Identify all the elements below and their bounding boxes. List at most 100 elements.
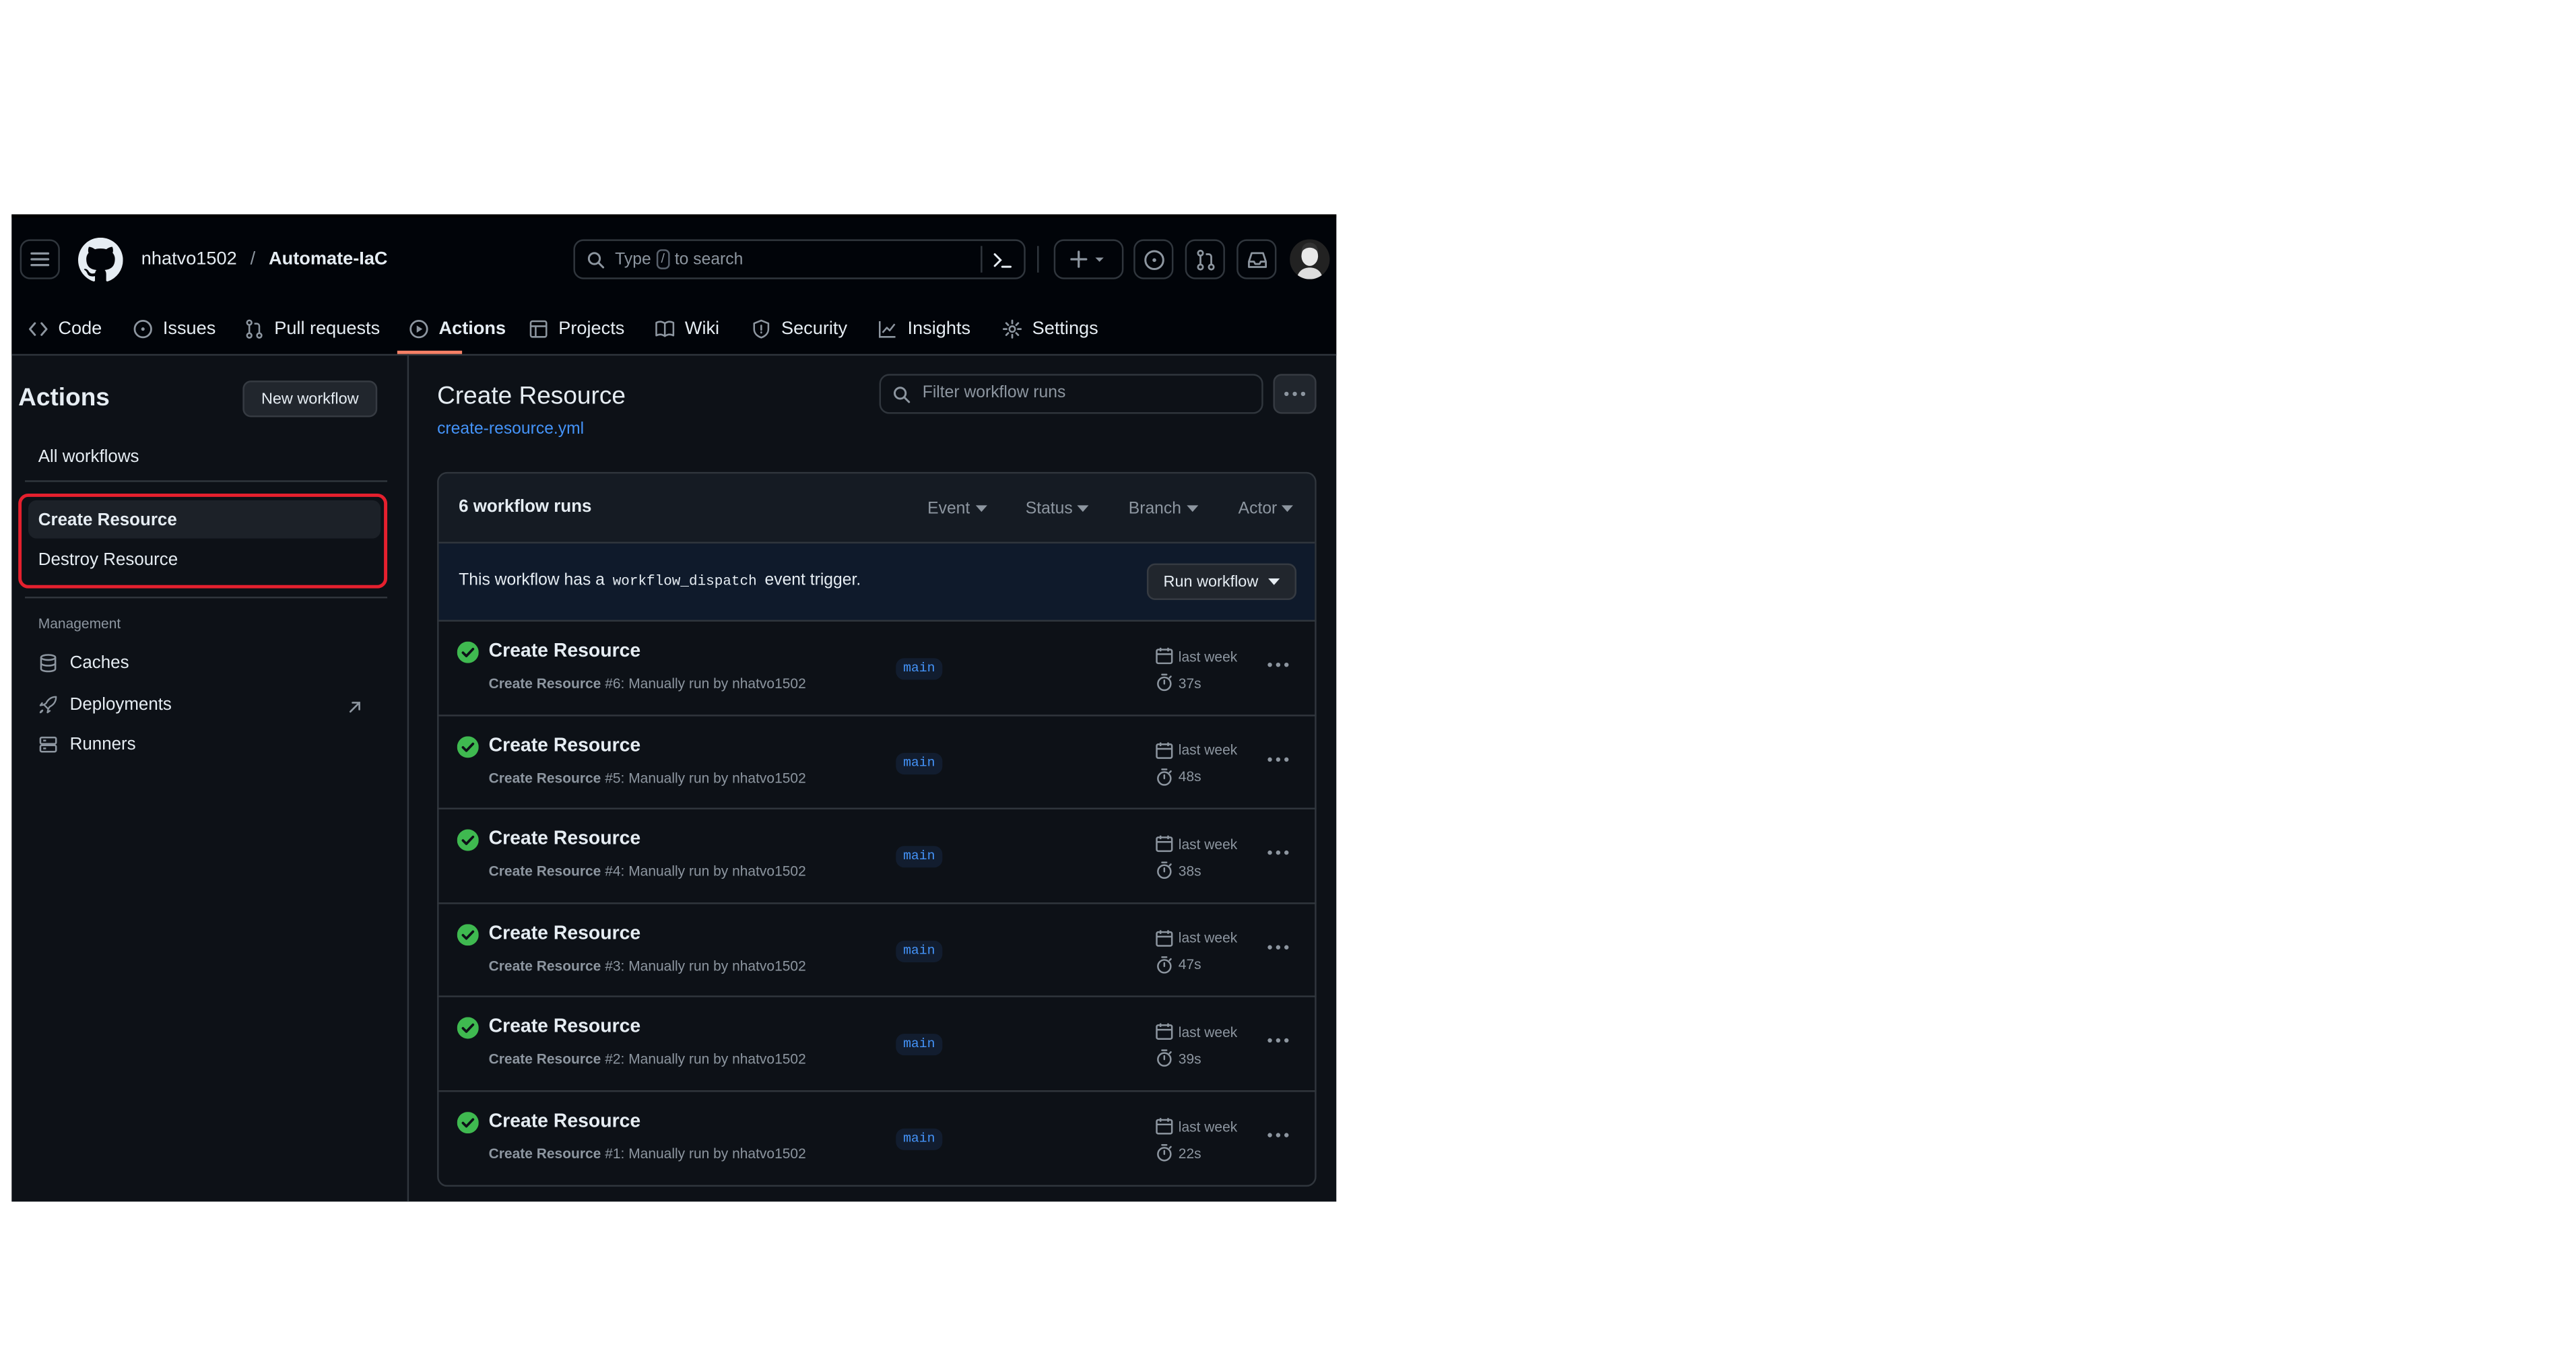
- workflow-run-row[interactable]: Create Resource Create Resource #1: Manua…: [437, 1090, 1317, 1185]
- run-duration-text: 22s: [1178, 1144, 1201, 1161]
- database-icon: [40, 654, 57, 673]
- tab-wiki[interactable]: Wiki: [655, 304, 719, 354]
- dispatch-banner: This workflow has a workflow_dispatch ev…: [438, 541, 1315, 622]
- workflow-run-row[interactable]: Create Resource Create Resource #3: Manua…: [437, 902, 1317, 997]
- tab-issues-label: Issues: [162, 319, 216, 339]
- run-title[interactable]: Create Resource: [489, 735, 641, 756]
- tab-settings[interactable]: Settings: [1002, 304, 1098, 354]
- dispatch-code: workflow_dispatch: [612, 573, 757, 591]
- run-subtitle: Create Resource #5: Manually run by nhat…: [489, 769, 806, 786]
- calendar-icon: [1156, 929, 1173, 947]
- run-date: last week: [1155, 929, 1237, 947]
- run-workflow-button[interactable]: Run workflow: [1146, 563, 1297, 600]
- tab-insights[interactable]: Insights: [878, 304, 970, 354]
- command-palette-icon[interactable]: [992, 251, 1012, 269]
- workflow-run-row[interactable]: Create Resource Create Resource #4: Manua…: [437, 807, 1317, 903]
- kebab-horizontal-icon[interactable]: [1263, 653, 1293, 677]
- avatar[interactable]: [1290, 239, 1330, 279]
- highlight-box: [18, 493, 388, 589]
- run-title[interactable]: Create Resource: [489, 1112, 641, 1132]
- sidebar-item-deployments[interactable]: Deployments: [38, 695, 172, 714]
- tab-actions[interactable]: Actions: [409, 304, 506, 354]
- run-duration: 48s: [1155, 767, 1201, 785]
- search-placeholder: Type / to search: [615, 249, 743, 269]
- event-filter-label: Event: [927, 499, 970, 518]
- hamburger-icon: [30, 252, 50, 267]
- table-icon: [529, 320, 548, 338]
- repo-link[interactable]: Automate-IaC: [269, 249, 388, 269]
- sidebar-item-caches[interactable]: Caches: [38, 653, 129, 673]
- tab-security-label: Security: [781, 319, 848, 339]
- tab-code[interactable]: Code: [28, 304, 102, 354]
- run-title[interactable]: Create Resource: [489, 830, 641, 850]
- check-circle-fill-icon: [457, 641, 479, 663]
- status-filter[interactable]: Status: [1026, 473, 1090, 543]
- branch-badge[interactable]: main: [896, 1128, 943, 1150]
- more-options-button[interactable]: [1273, 374, 1317, 414]
- actor-filter-label: Actor: [1238, 499, 1278, 518]
- branch-badge[interactable]: main: [896, 658, 943, 680]
- create-new-button[interactable]: [1053, 239, 1124, 279]
- kebab-horizontal-icon[interactable]: [1263, 841, 1293, 865]
- actor-filter[interactable]: Actor: [1239, 473, 1294, 543]
- filter-runs-input[interactable]: Filter workflow runs: [879, 374, 1263, 414]
- search-placeholder-type: Type: [615, 250, 651, 269]
- check-circle-fill-icon: [457, 829, 479, 852]
- tab-security[interactable]: Security: [752, 304, 848, 354]
- branch-badge[interactable]: main: [896, 1034, 943, 1057]
- run-date-text: last week: [1178, 647, 1238, 664]
- tab-insights-label: Insights: [907, 319, 971, 339]
- workflow-run-row[interactable]: Create Resource Create Resource #2: Manua…: [437, 996, 1317, 1091]
- run-duration: 37s: [1155, 673, 1201, 692]
- tab-projects[interactable]: Projects: [529, 304, 624, 354]
- run-title[interactable]: Create Resource: [489, 924, 641, 944]
- run-title[interactable]: Create Resource: [489, 642, 641, 662]
- search-placeholder-rest: to search: [674, 250, 744, 269]
- owner-link[interactable]: nhatvo1502: [141, 249, 237, 269]
- check-circle-fill-icon: [457, 1112, 479, 1134]
- actions-sidebar: Actions New workflow All workflows Creat…: [11, 354, 409, 1202]
- status-filter-label: Status: [1025, 499, 1073, 518]
- run-duration: 22s: [1155, 1143, 1201, 1162]
- kebab-horizontal-icon[interactable]: [1263, 1030, 1293, 1053]
- run-date: last week: [1155, 834, 1237, 853]
- menu-button[interactable]: [20, 239, 60, 279]
- kebab-horizontal-icon[interactable]: [1263, 935, 1293, 959]
- search-input[interactable]: Type / to search: [573, 239, 1026, 279]
- github-logo-icon[interactable]: [77, 237, 123, 283]
- new-workflow-button[interactable]: New workflow: [242, 380, 378, 418]
- branch-filter[interactable]: Branch: [1129, 473, 1198, 543]
- check-circle-fill-icon: [457, 923, 479, 945]
- stopwatch-icon: [1157, 673, 1172, 692]
- workflow-file-link[interactable]: create-resource.yml: [437, 420, 584, 438]
- tab-pull-requests[interactable]: Pull requests: [244, 304, 380, 354]
- run-duration: 38s: [1155, 861, 1201, 879]
- issues-button[interactable]: [1133, 239, 1174, 279]
- kebab-horizontal-icon[interactable]: [1263, 747, 1293, 771]
- workflow-run-row[interactable]: Create Resource Create Resource #6: Manua…: [437, 620, 1317, 715]
- kebab-horizontal-icon[interactable]: [1263, 1123, 1293, 1147]
- stopwatch-icon: [1157, 1144, 1172, 1162]
- branch-badge[interactable]: main: [896, 846, 943, 868]
- calendar-icon: [1156, 1118, 1173, 1135]
- calendar-icon: [1156, 1024, 1173, 1040]
- event-filter[interactable]: Event: [927, 473, 987, 543]
- run-workflow-name: Create Resource: [488, 863, 601, 880]
- tab-issues[interactable]: Issues: [133, 304, 216, 354]
- workflow-run-row[interactable]: Create Resource Create Resource #5: Manua…: [437, 714, 1317, 809]
- pull-request-icon: [246, 319, 263, 339]
- link-external-icon[interactable]: [348, 700, 362, 714]
- sidebar-item-runners[interactable]: Runners: [38, 735, 136, 754]
- branch-badge[interactable]: main: [896, 940, 943, 962]
- triangle-down-icon: [1268, 578, 1280, 585]
- dispatch-text-after: event trigger.: [764, 571, 861, 591]
- pull-requests-button[interactable]: [1185, 239, 1225, 279]
- branch-badge[interactable]: main: [896, 752, 943, 774]
- run-details: #3: Manually run by nhatvo1502: [605, 957, 806, 974]
- check-circle-fill-icon: [457, 735, 479, 758]
- run-date-text: last week: [1178, 835, 1238, 853]
- run-title[interactable]: Create Resource: [489, 1018, 641, 1038]
- inbox-icon: [1247, 251, 1266, 267]
- sidebar-item-all-workflows[interactable]: All workflows: [38, 447, 139, 467]
- inbox-button[interactable]: [1236, 239, 1277, 279]
